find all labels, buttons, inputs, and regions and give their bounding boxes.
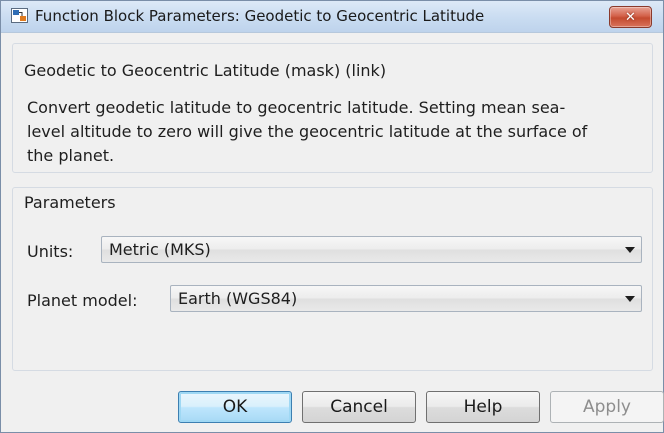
dialog-window: Function Block Parameters: Geodetic to G… bbox=[0, 0, 664, 433]
simulink-block-icon bbox=[11, 8, 28, 23]
ok-button[interactable]: OK bbox=[178, 391, 292, 423]
planet-model-selected-value: Earth (WGS84) bbox=[178, 289, 298, 308]
planet-model-label: Planet model: bbox=[27, 291, 138, 310]
description-line: Convert geodetic latitude to geocentric … bbox=[27, 98, 566, 117]
parameters-group-title: Parameters bbox=[17, 193, 124, 212]
help-button[interactable]: Help bbox=[426, 391, 540, 423]
cancel-button[interactable]: Cancel bbox=[302, 391, 416, 423]
chevron-down-icon bbox=[625, 296, 635, 302]
block-description: Convert geodetic latitude to geocentric … bbox=[27, 96, 647, 168]
description-line: the planet. bbox=[27, 146, 115, 165]
units-label: Units: bbox=[27, 242, 74, 261]
close-icon: ✕ bbox=[625, 9, 636, 25]
planet-model-dropdown[interactable]: Earth (WGS84) bbox=[170, 285, 642, 312]
chevron-down-icon bbox=[625, 247, 635, 253]
close-button[interactable]: ✕ bbox=[609, 6, 652, 28]
units-dropdown[interactable]: Metric (MKS) bbox=[101, 236, 642, 263]
units-selected-value: Metric (MKS) bbox=[109, 240, 211, 259]
title-bar[interactable]: Function Block Parameters: Geodetic to G… bbox=[1, 1, 663, 33]
description-group-title: Geodetic to Geocentric Latitude (mask) (… bbox=[17, 61, 395, 80]
parameters-group bbox=[12, 187, 653, 371]
description-line: level altitude to zero will give the geo… bbox=[27, 122, 588, 141]
window-title: Function Block Parameters: Geodetic to G… bbox=[35, 7, 485, 25]
apply-button: Apply bbox=[550, 391, 664, 423]
